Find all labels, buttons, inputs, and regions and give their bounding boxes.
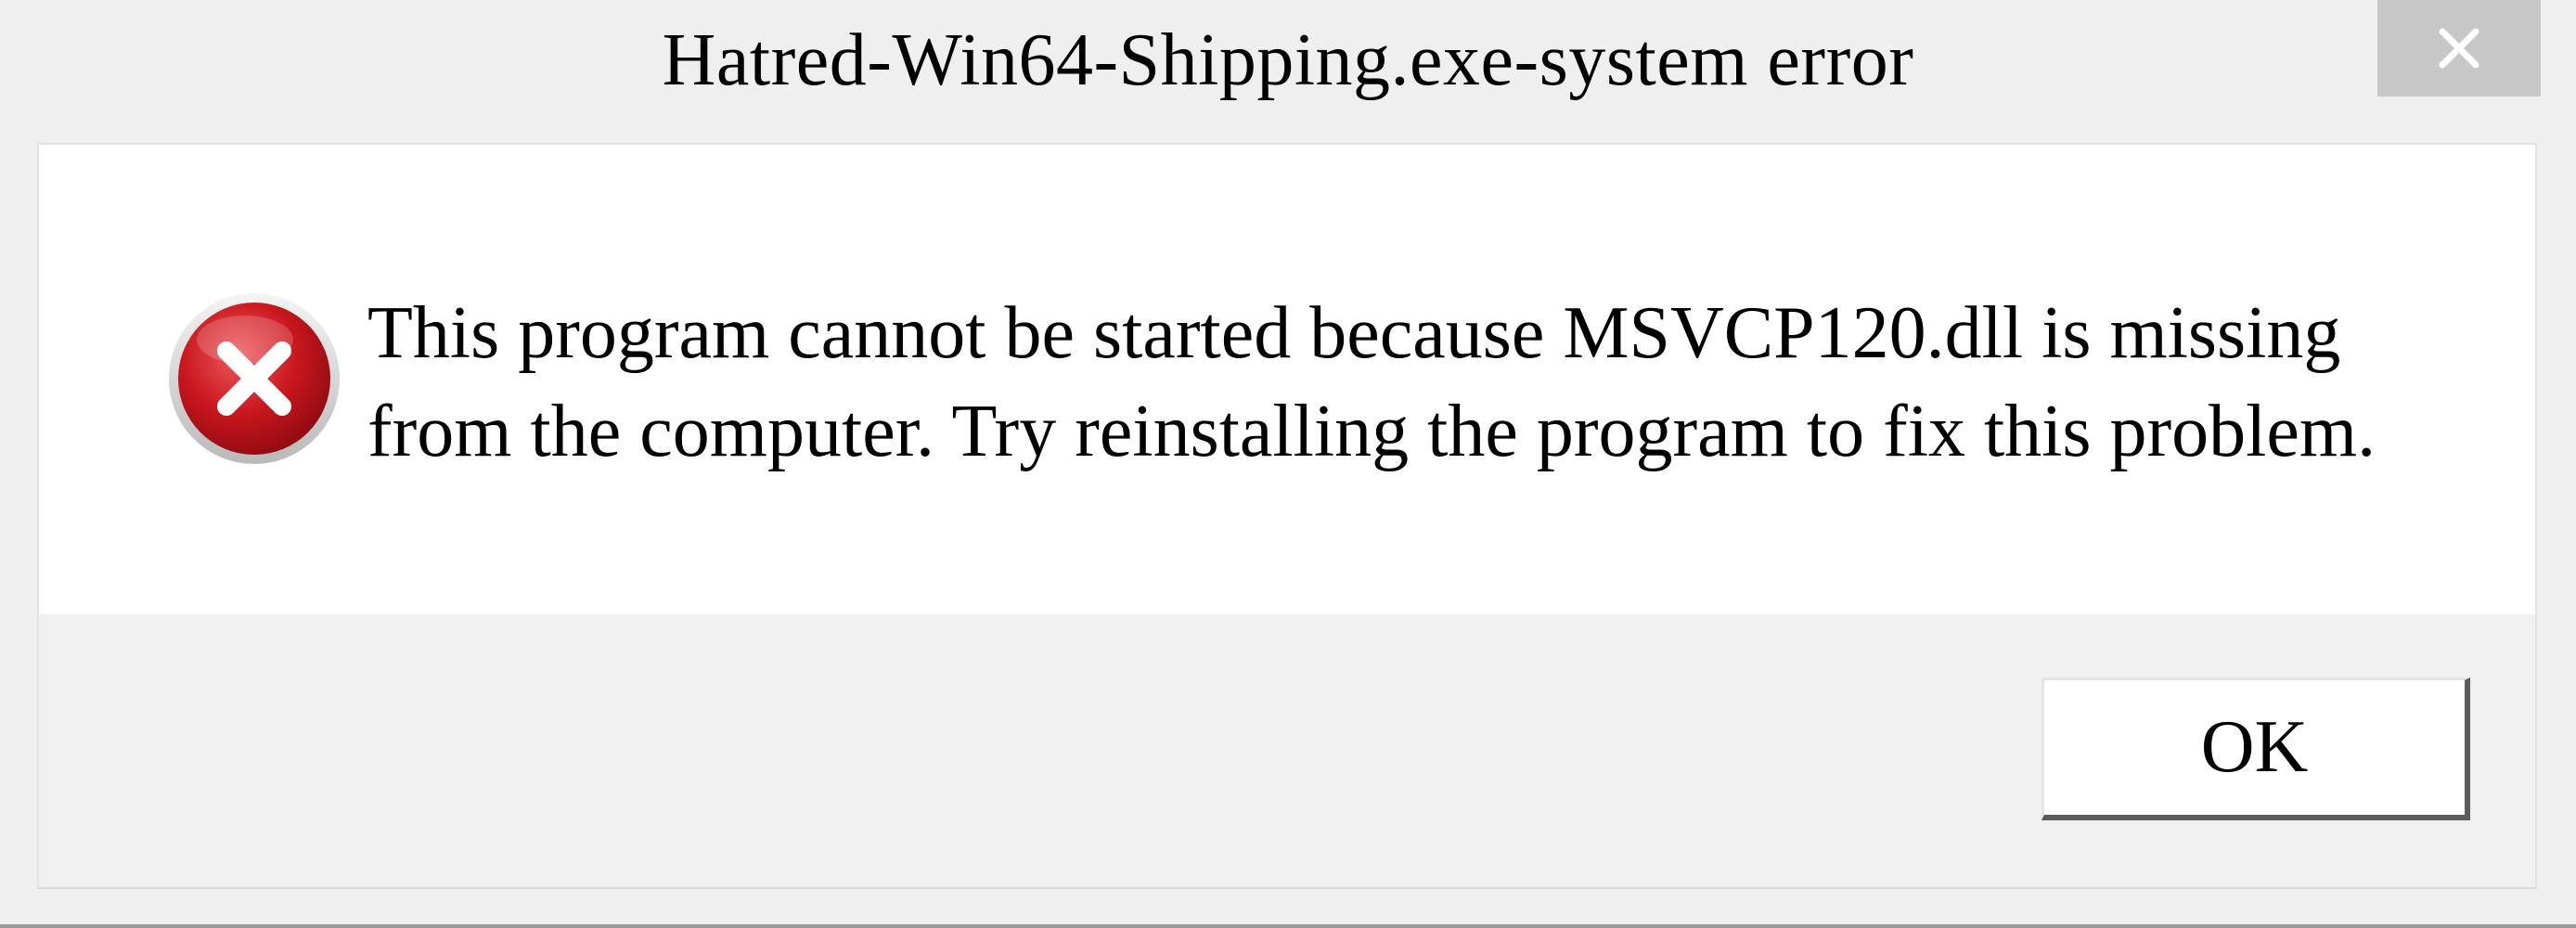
- title-bar[interactable]: Hatred-Win64-Shipping.exe-system error: [0, 0, 2576, 141]
- error-message: This program cannot be started because M…: [367, 292, 2376, 472]
- window-title: Hatred-Win64-Shipping.exe-system error: [662, 19, 1914, 101]
- close-button[interactable]: [2377, 0, 2541, 97]
- ok-button[interactable]: OK: [2041, 677, 2470, 820]
- close-icon: [2437, 26, 2481, 71]
- error-icon: [167, 291, 341, 466]
- message-panel: This program cannot be started because M…: [37, 143, 2537, 614]
- system-error-dialog: Hatred-Win64-Shipping.exe-system error T…: [0, 0, 2576, 928]
- button-bar: OK: [37, 614, 2537, 889]
